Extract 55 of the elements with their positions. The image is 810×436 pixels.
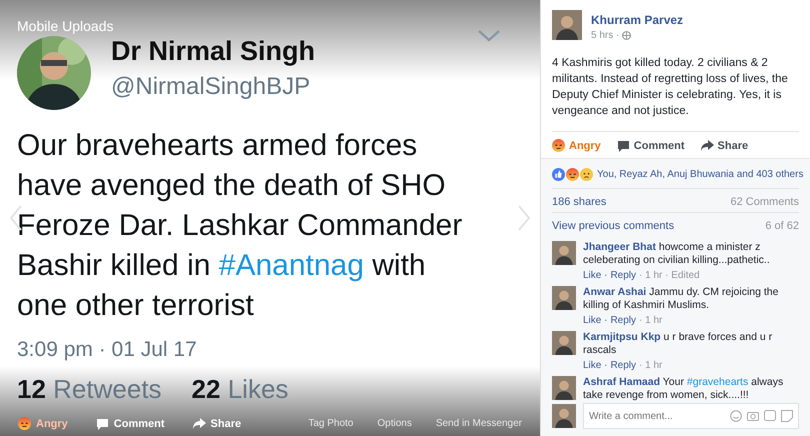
like-reaction-icon [552, 168, 565, 181]
comment-text: Karmjitpsu Kkp u r brave forces and u r rascals [583, 331, 774, 357]
comment-action[interactable]: Like · [583, 315, 608, 326]
next-icon[interactable] [518, 205, 530, 231]
comment-text: Anwar Ashai Jammu dy. CM rejoicing the killing of Kashmiri Muslims. [583, 286, 780, 312]
avatar-icon [552, 10, 582, 40]
post-text: 4 Kashmiris got killed today. 2 civilians & 2 militants. Instead of regretting loss of lives, the Deputy Chief Minister is celebrating. Yes, it is vengeance and not justice. [552, 56, 789, 119]
angry-face-icon [566, 168, 579, 181]
comment-action[interactable]: Reply [610, 315, 636, 326]
avatar-icon [552, 331, 576, 355]
camera-icon[interactable] [747, 410, 759, 421]
shares-link[interactable]: 186 shares [552, 196, 606, 208]
comment-author[interactable]: Karmjitpsu Kkp [583, 331, 661, 343]
share-icon [192, 418, 206, 429]
share-button[interactable]: Share [192, 418, 242, 430]
comment-meta: · 1 hr [639, 360, 662, 371]
comment-text: Jhangeer Bhat howcome a minister z celeberating on civilian killing...pathetic.. [583, 241, 771, 267]
avatar-icon [552, 241, 576, 265]
chevron-down-icon[interactable] [478, 30, 500, 42]
comment-icon [96, 418, 109, 430]
post-author[interactable]: Khurram Parvez [591, 13, 684, 27]
tweet-author: Dr Nirmal Singh [111, 36, 316, 67]
comment-button[interactable]: Comment [96, 418, 165, 430]
comment-author[interactable]: Anwar Ashai [583, 286, 646, 298]
comment-field[interactable]: Write a comment... [583, 403, 799, 429]
angry-face-icon [552, 139, 565, 152]
like-count: 22 Likes [192, 374, 288, 405]
comment-action[interactable]: Reply [610, 270, 636, 281]
comment-meta: · 1 hr · Edited [639, 270, 700, 281]
retweet-count: 12 Retweets [17, 374, 162, 405]
avatar-icon [552, 376, 576, 400]
share-icon [700, 140, 714, 151]
globe-icon [622, 31, 632, 40]
comment-action[interactable]: Reply [610, 360, 636, 371]
tweet-handle: @NirmalSinghBJP [111, 73, 312, 101]
sticker-icon[interactable] [781, 410, 793, 422]
emoji-icon[interactable] [730, 410, 742, 422]
sad-face-icon [580, 168, 593, 181]
tweet-text: Our bravehearts armed forces have avenged the death of SHO Feroze Dar. Lashkar Commander Bashir killed in #Anantnag with one other terrorist [17, 128, 464, 324]
comment-action[interactable]: Like · [583, 270, 608, 281]
share-button[interactable]: Share [700, 139, 748, 152]
comment-action[interactable]: Like · [583, 360, 608, 371]
angry-face-icon [18, 417, 31, 430]
comment-meta: · 1 hr [639, 315, 662, 326]
reaction-summary[interactable]: You, Reyaz Ah, Anuj Bhuwania and 403 others [597, 169, 804, 180]
comment-author[interactable]: Ashraf Hamaad [583, 376, 660, 388]
comment-author[interactable]: Jhangeer Bhat [583, 241, 656, 253]
comment-pager: 6 of 62 [765, 220, 799, 232]
avatar-icon [552, 286, 576, 310]
comment-text: Ashraf Hamaad Your #gravehearts always take revenge from women, sick....!!! [583, 376, 784, 402]
tweet-time: 3:09 pm · 01 Jul 17 [17, 338, 198, 362]
comment-icon [616, 140, 630, 152]
view-previous-comments[interactable]: View previous comments [552, 220, 674, 232]
comment-button[interactable]: Comment [616, 139, 685, 152]
avatar-icon [552, 404, 576, 428]
